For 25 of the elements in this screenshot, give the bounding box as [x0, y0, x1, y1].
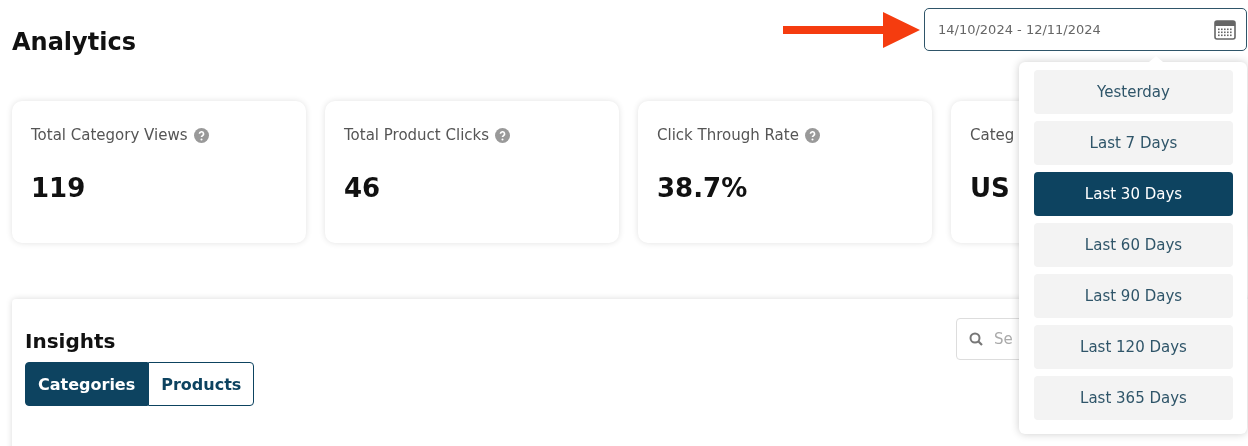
stat-label: Total Category Views	[31, 126, 188, 144]
stat-value: 119	[31, 173, 86, 203]
search-icon	[969, 332, 983, 346]
date-range-field[interactable]: 14/10/2024 - 12/11/2024	[924, 8, 1247, 51]
range-option[interactable]: Last 90 Days	[1034, 274, 1233, 318]
range-option[interactable]: Last 60 Days	[1034, 223, 1233, 267]
calendar-icon	[1214, 19, 1236, 40]
help-icon[interactable]	[495, 127, 511, 143]
range-option[interactable]: Last 7 Days	[1034, 121, 1233, 165]
page-title: Analytics	[12, 28, 136, 56]
range-option[interactable]: Last 120 Days	[1034, 325, 1233, 369]
tab[interactable]: Products	[148, 362, 255, 406]
help-icon[interactable]	[193, 127, 209, 143]
range-option[interactable]: Yesterday	[1034, 70, 1233, 114]
stat-value: 46	[344, 173, 381, 203]
section-title: Insights	[25, 329, 116, 353]
stat-label: Click Through Rate	[657, 126, 799, 144]
help-icon[interactable]	[804, 127, 820, 143]
tab[interactable]: Categories	[25, 362, 149, 406]
stat-value: US	[970, 173, 1010, 203]
range-option[interactable]: Last 30 Days	[1034, 172, 1233, 216]
range-option[interactable]: Last 365 Days	[1034, 376, 1233, 420]
stat-label: Total Product Clicks	[344, 126, 490, 144]
stat-value: 38.7%	[657, 173, 748, 203]
stat-label: Categ	[970, 126, 1015, 144]
